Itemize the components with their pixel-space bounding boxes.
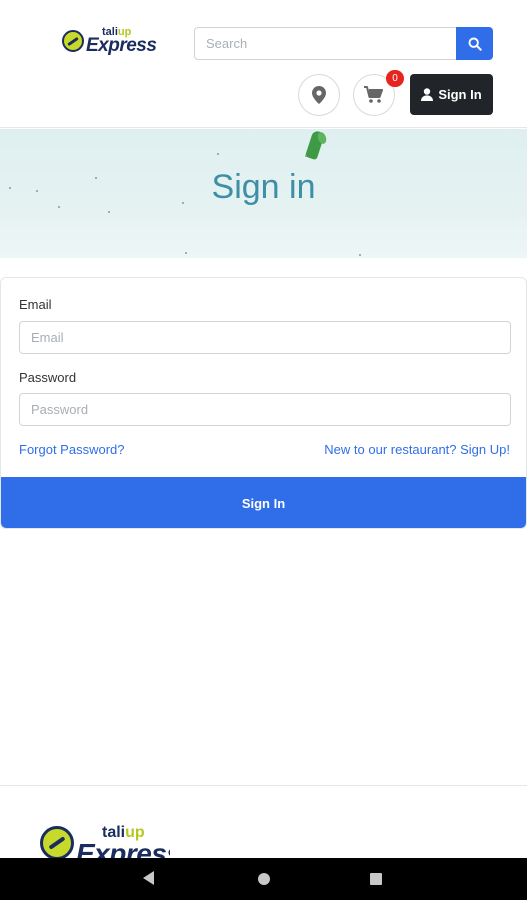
footer-logo[interactable]: taliup Express <box>40 822 170 862</box>
system-navigation-bar <box>0 858 527 900</box>
hero-banner: Sign in <box>0 129 527 258</box>
home-icon[interactable] <box>258 873 270 885</box>
sign-up-link[interactable]: New to our restaurant? Sign Up! <box>324 442 510 457</box>
taliup-express-logo[interactable]: taliup Express <box>62 26 157 62</box>
logo-badge-icon <box>62 30 84 52</box>
cart-count-badge: 0 <box>386 70 404 87</box>
header-sign-in-label: Sign In <box>438 87 482 102</box>
sign-in-submit-button[interactable]: Sign In <box>1 477 526 528</box>
logo-brand-big: Express <box>86 35 157 56</box>
site-header: taliup Express 0 Sign In <box>0 0 527 128</box>
footer-divider <box>0 785 527 786</box>
search-bar <box>194 27 493 60</box>
header-sign-in-button[interactable]: Sign In <box>410 74 493 115</box>
user-icon <box>421 88 434 101</box>
email-label: Email <box>19 297 52 312</box>
map-marker-icon <box>312 86 326 104</box>
email-field[interactable] <box>19 321 511 354</box>
search-input[interactable] <box>194 27 456 60</box>
password-field[interactable] <box>19 393 511 426</box>
sign-in-form: Email Password Forgot Password? New to o… <box>0 277 527 529</box>
search-icon <box>468 37 482 51</box>
back-icon[interactable] <box>143 871 154 885</box>
location-button[interactable] <box>298 74 340 116</box>
page-title: Sign in <box>211 168 316 206</box>
recent-apps-icon[interactable] <box>370 873 382 885</box>
search-button[interactable] <box>456 27 493 60</box>
password-label: Password <box>19 370 77 385</box>
logo-badge-icon <box>40 826 74 860</box>
shopping-cart-icon <box>364 86 383 103</box>
forgot-password-link[interactable]: Forgot Password? <box>19 442 125 457</box>
